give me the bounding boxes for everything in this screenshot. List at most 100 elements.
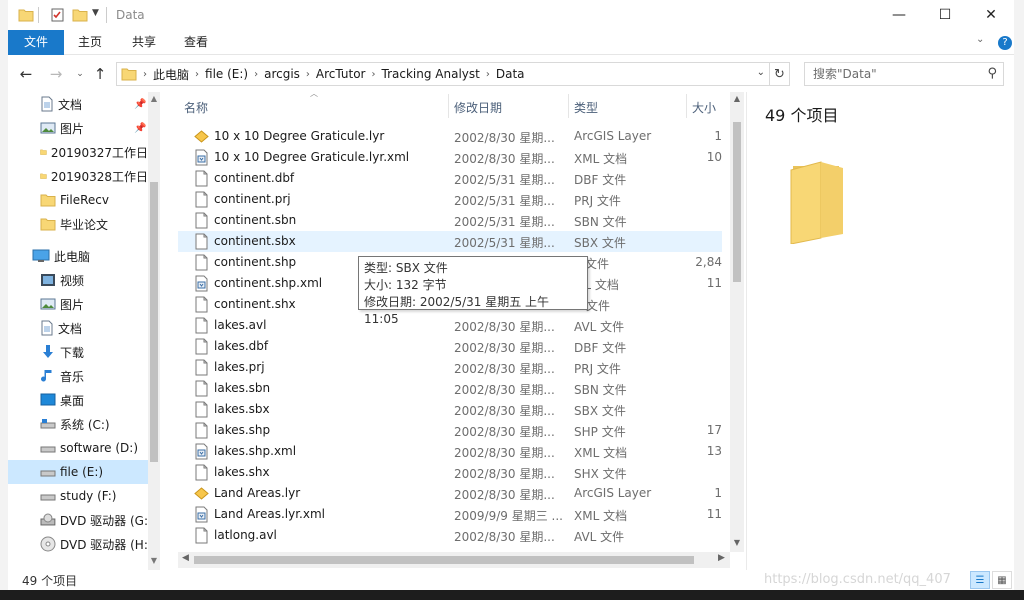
breadcrumb-tracking-analyst[interactable]: Tracking Analyst (382, 67, 480, 81)
file-name: continent.sbx (214, 234, 296, 248)
file-name: lakes.shx (214, 465, 270, 479)
scroll-down-icon[interactable]: ▼ (730, 538, 744, 547)
pin-icon[interactable]: 📌 (134, 123, 146, 134)
file-row[interactable]: lakes.sbn 2002/8/30 星期... SBN 文件 (178, 378, 722, 399)
file-row[interactable]: continent.sbn 2002/5/31 星期... SBN 文件 (178, 210, 722, 231)
desktop-icon (40, 393, 56, 406)
sidebar-scroll-thumb[interactable] (150, 182, 158, 462)
sidebar-item-pictures[interactable]: 图片 (8, 292, 148, 316)
scroll-left-icon[interactable]: ◀ (182, 553, 189, 563)
sidebar-scrollbar[interactable]: ▲ ▼ (148, 92, 160, 570)
up-button[interactable]: ↑ (90, 64, 110, 84)
file-row[interactable]: latlong.avl 2002/8/30 星期... AVL 文件 (178, 525, 722, 546)
column-size[interactable]: 大小 (692, 99, 716, 116)
column-divider[interactable] (448, 94, 449, 118)
help-icon[interactable]: ? (998, 36, 1012, 50)
sidebar-item-drive-f[interactable]: study (F:) (8, 484, 148, 508)
sidebar-item-downloads[interactable]: 下载 (8, 340, 148, 364)
column-date[interactable]: 修改日期 (454, 99, 502, 116)
file-row[interactable]: lakes.shp 2002/8/30 星期... SHP 文件 17 (178, 420, 722, 441)
scroll-down-icon[interactable]: ▼ (148, 556, 160, 565)
sidebar-item-dvd-h[interactable]: DVD 驱动器 (H: (8, 532, 148, 556)
sidebar-item-folder-20190327[interactable]: 20190327工作日 (8, 140, 148, 164)
breadcrumb-drive-e[interactable]: file (E:) (205, 67, 248, 81)
file-type: SHX 文件 (574, 467, 627, 481)
search-box[interactable]: ⚲ (804, 62, 1004, 86)
sidebar-item-drive-d[interactable]: software (D:) (8, 436, 148, 460)
file-row[interactable]: lakes.shx 2002/8/30 星期... SHX 文件 (178, 462, 722, 483)
sidebar-item-this-pc[interactable]: 此电脑 (8, 244, 148, 268)
sidebar-item-drive-c[interactable]: 系统 (C:) (8, 412, 148, 436)
recent-locations-icon[interactable]: ⌄ (70, 64, 90, 84)
minimize-button[interactable]: — (876, 0, 922, 30)
tab-file[interactable]: 文件 (8, 30, 64, 55)
properties-icon[interactable] (50, 8, 66, 22)
column-name[interactable]: 名称 (184, 99, 208, 116)
sidebar-item-pictures-quick[interactable]: 图片 📌 (8, 116, 148, 140)
column-divider[interactable] (686, 94, 687, 118)
file-row[interactable]: continent.dbf 2002/5/31 星期... DBF 文件 (178, 168, 722, 189)
file-row[interactable]: lakes.sbx 2002/8/30 星期... SBX 文件 (178, 399, 722, 420)
back-button[interactable]: ← (16, 64, 36, 84)
breadcrumb-arctutor[interactable]: ArcTutor (316, 67, 366, 81)
sidebar-item-videos[interactable]: 视频 (8, 268, 148, 292)
column-type[interactable]: 类型 (574, 99, 598, 116)
sidebar-item-dvd-g[interactable]: DVD 驱动器 (G: (8, 508, 148, 532)
tab-share[interactable]: 共享 (122, 30, 166, 55)
tab-view[interactable]: 查看 (174, 30, 218, 55)
chevron-right-icon[interactable]: › (372, 69, 376, 80)
search-icon[interactable]: ⚲ (987, 66, 997, 81)
sidebar-item-thesis[interactable]: 毕业论文 (8, 212, 148, 236)
sidebar-item-label: 文档 (58, 97, 83, 112)
sidebar-item-desktop[interactable]: 桌面 (8, 388, 148, 412)
file-list-horizontal-scrollbar[interactable]: ◀ ▶ (178, 552, 730, 568)
maximize-button[interactable]: ☐ (922, 0, 968, 30)
chevron-right-icon[interactable]: › (195, 69, 199, 80)
file-name: latlong.avl (214, 528, 277, 542)
sidebar-item-music[interactable]: 音乐 (8, 364, 148, 388)
sidebar-item-folder-20190328[interactable]: 20190328工作日 (8, 164, 148, 188)
file-list-vertical-scrollbar[interactable]: ▲ ▼ (730, 92, 744, 552)
file-size: 17 (706, 423, 722, 437)
breadcrumb-arcgis[interactable]: arcgis (264, 67, 300, 81)
close-button[interactable]: ✕ (968, 0, 1014, 30)
customize-dropdown-icon[interactable]: ▼ (92, 8, 99, 18)
scroll-up-icon[interactable]: ▲ (148, 94, 160, 103)
breadcrumb-this-pc[interactable]: 此电脑 (153, 66, 189, 83)
file-row[interactable]: lakes.shp.xml 2002/8/30 星期... XML 文档 13 (178, 441, 722, 462)
column-divider[interactable] (568, 94, 569, 118)
file-row[interactable]: 10 x 10 Degree Graticule.lyr 2002/8/30 星期… (178, 126, 722, 147)
sidebar-item-documents-quick[interactable]: 文档 📌 (8, 92, 148, 116)
address-bar[interactable]: › 此电脑 › file (E:) › arcgis › ArcTutor › … (116, 62, 770, 86)
address-dropdown-icon[interactable]: ⌄ (757, 67, 765, 78)
chevron-right-icon[interactable]: › (143, 69, 147, 80)
forward-button[interactable]: → (46, 64, 66, 84)
search-input[interactable] (805, 63, 975, 85)
vertical-scroll-thumb[interactable] (733, 122, 741, 282)
breadcrumb-data[interactable]: Data (496, 67, 525, 81)
file-row[interactable]: lakes.dbf 2002/8/30 星期... DBF 文件 (178, 336, 722, 357)
chevron-right-icon[interactable]: › (486, 69, 490, 80)
file-row[interactable]: 10 x 10 Degree Graticule.lyr.xml 2002/8/3… (178, 147, 722, 168)
file-row[interactable]: Land Areas.lyr.xml 2009/9/9 星期三 ... XML 文档… (178, 504, 722, 525)
details-view-button[interactable]: ☰ (970, 571, 990, 589)
file-row[interactable]: Land Areas.lyr 2002/8/30 星期... ArcGIS Laye… (178, 483, 722, 504)
horizontal-scroll-thumb[interactable] (194, 556, 694, 564)
sidebar-item-label: 毕业论文 (60, 217, 109, 232)
sidebar-item-documents[interactable]: 文档 (8, 316, 148, 340)
refresh-button[interactable]: ↻ (770, 62, 790, 86)
file-row[interactable]: continent.prj 2002/5/31 星期... PRJ 文件 (178, 189, 722, 210)
new-folder-icon[interactable] (72, 8, 88, 22)
sidebar-item-drive-e[interactable]: file (E:) (8, 460, 148, 484)
large-icons-view-button[interactable]: ▦ (992, 571, 1012, 589)
file-row[interactable]: continent.sbx 2002/5/31 星期... SBX 文件 (178, 231, 722, 252)
scroll-up-icon[interactable]: ▲ (730, 94, 744, 103)
tab-home[interactable]: 主页 (68, 30, 112, 55)
sidebar-item-filerecv[interactable]: FileRecv (8, 188, 148, 212)
scroll-right-icon[interactable]: ▶ (718, 553, 725, 563)
chevron-right-icon[interactable]: › (254, 69, 258, 80)
expand-ribbon-icon[interactable]: ⌄ (976, 34, 984, 45)
pin-icon[interactable]: 📌 (134, 99, 146, 110)
file-row[interactable]: lakes.prj 2002/8/30 星期... PRJ 文件 (178, 357, 722, 378)
chevron-right-icon[interactable]: › (306, 69, 310, 80)
